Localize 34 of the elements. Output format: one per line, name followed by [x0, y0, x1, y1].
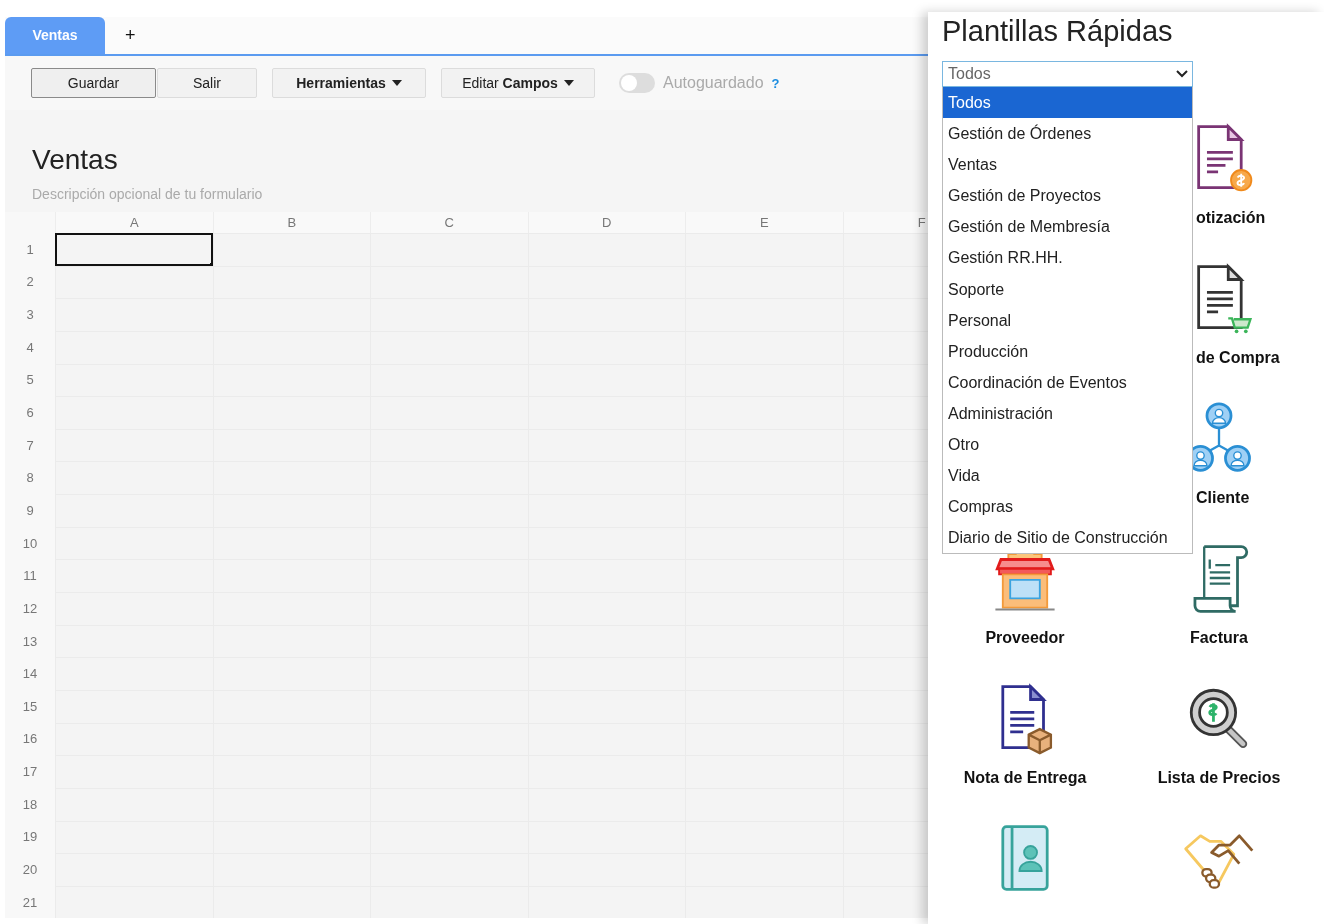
table-cell[interactable] — [55, 233, 213, 266]
dropdown-option[interactable]: Gestión RR.HH. — [943, 242, 1192, 274]
menu-button[interactable]: Editar Campos — [441, 68, 595, 98]
autosave-toggle[interactable] — [619, 73, 655, 93]
dropdown-option[interactable]: Diario de Sitio de Construcción — [943, 522, 1192, 554]
dropdown-option[interactable]: Compras — [943, 491, 1192, 523]
dropdown-option[interactable]: Vida — [943, 460, 1192, 492]
dropdown-option[interactable]: Gestión de Proyectos — [943, 180, 1192, 212]
dropdown-option[interactable]: Coordinación de Eventos — [943, 366, 1192, 398]
dropdown-option[interactable]: Ventas — [943, 149, 1192, 181]
dropdown-option[interactable]: Gestión de Órdenes — [943, 118, 1192, 150]
caret-icon — [563, 80, 574, 86]
caret-icon — [391, 80, 402, 86]
dropdown-option[interactable]: Soporte — [943, 273, 1192, 305]
template-label[interactable]: Nota de Entrega — [963, 769, 1087, 787]
dropdown-option[interactable]: Gestión de Membresía — [943, 211, 1192, 243]
panel-title: Plantillas Rápidas — [942, 16, 1174, 46]
template-label[interactable]: Lista de Precios — [1157, 769, 1281, 787]
dropdown-option[interactable]: Otro — [943, 429, 1192, 461]
toolbar-button[interactable]: Salir — [157, 68, 257, 98]
autosave-label: Autoguardado — [663, 74, 764, 92]
template-label[interactable]: Factura — [1190, 629, 1248, 647]
dropdown-option[interactable]: Administración — [943, 397, 1192, 430]
category-select[interactable]: Todos — [942, 61, 1193, 87]
chevron-icon — [1176, 70, 1188, 78]
form-title: Ventas — [32, 144, 118, 176]
menu-button[interactable]: Herramientas — [272, 68, 426, 98]
template-label[interactable]: Proveedor — [985, 629, 1065, 647]
toolbar-button[interactable]: Guardar — [31, 68, 156, 98]
dropdown-option[interactable]: Producción — [943, 335, 1192, 367]
tab[interactable]: + — [105, 17, 156, 54]
form-description: Descripción opcional de tu formulario — [32, 186, 263, 202]
dropdown-option[interactable]: Todos — [943, 87, 1192, 119]
dropdown-option[interactable]: Personal — [943, 304, 1192, 336]
